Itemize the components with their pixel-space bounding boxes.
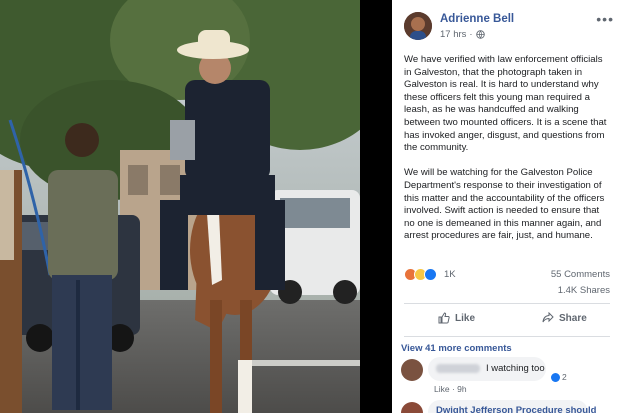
shares-count[interactable]: 1.4K Shares bbox=[558, 285, 610, 296]
post-meta: 17 hrs · bbox=[440, 29, 485, 40]
reactions-count[interactable]: 1K bbox=[444, 269, 456, 280]
divider-top bbox=[404, 303, 610, 304]
comments-count[interactable]: 55 Comments bbox=[551, 269, 610, 280]
like-reaction-icon bbox=[424, 268, 437, 281]
reaction-icons bbox=[404, 268, 437, 281]
like-button[interactable]: Like bbox=[438, 312, 475, 324]
comment-like-badge[interactable]: 2 bbox=[549, 372, 569, 382]
author-name[interactable]: Adrienne Bell bbox=[440, 13, 514, 25]
view-more-comments-link[interactable]: View 41 more comments bbox=[401, 343, 512, 354]
comment-meta[interactable]: Like · 9h bbox=[434, 384, 467, 394]
facebook-post: Adrienne Bell 17 hrs · ••• We have verif… bbox=[392, 0, 620, 413]
comment-text: Dwight Jefferson Procedure should bbox=[436, 405, 597, 413]
share-arrow-icon bbox=[542, 312, 554, 323]
news-photo bbox=[0, 0, 360, 413]
black-divider bbox=[360, 0, 392, 413]
comment-bubble: I watching too 2 bbox=[428, 357, 569, 382]
commenter-avatar[interactable] bbox=[401, 402, 423, 413]
post-body: We have verified with law enforcement of… bbox=[404, 54, 610, 256]
more-options-icon[interactable]: ••• bbox=[596, 12, 614, 26]
comment-item: I watching too 2 Like · 9h bbox=[401, 357, 611, 394]
comment-item: Dwight Jefferson Procedure should bbox=[401, 400, 611, 413]
divider-bottom bbox=[404, 336, 610, 337]
share-button-label: Share bbox=[559, 312, 587, 324]
photo-scene bbox=[0, 0, 360, 413]
author-avatar[interactable] bbox=[404, 12, 432, 40]
comment-text: I watching too bbox=[486, 363, 545, 374]
commenter-name-redacted bbox=[436, 364, 480, 373]
post-paragraph-1: We have verified with law enforcement of… bbox=[404, 54, 607, 154]
avatar-image bbox=[404, 12, 432, 40]
comment-bubble: Dwight Jefferson Procedure should bbox=[428, 400, 596, 413]
reactions-summary[interactable]: 1K 55 Comments bbox=[404, 267, 610, 283]
like-button-label: Like bbox=[455, 312, 476, 324]
like-reaction-icon bbox=[551, 372, 560, 382]
post-header: Adrienne Bell 17 hrs · ••• bbox=[404, 10, 614, 44]
post-paragraph-2: We will be watching for the Galveston Po… bbox=[404, 167, 605, 242]
thumbs-up-icon bbox=[438, 312, 450, 324]
meta-separator: · bbox=[469, 29, 473, 40]
post-time[interactable]: 17 hrs bbox=[440, 29, 466, 40]
globe-icon bbox=[475, 30, 485, 39]
commenter-avatar[interactable] bbox=[401, 359, 423, 381]
share-button[interactable]: Share bbox=[542, 312, 587, 324]
comment-like-count: 2 bbox=[562, 372, 567, 382]
post-actions: Like Share bbox=[404, 310, 610, 332]
